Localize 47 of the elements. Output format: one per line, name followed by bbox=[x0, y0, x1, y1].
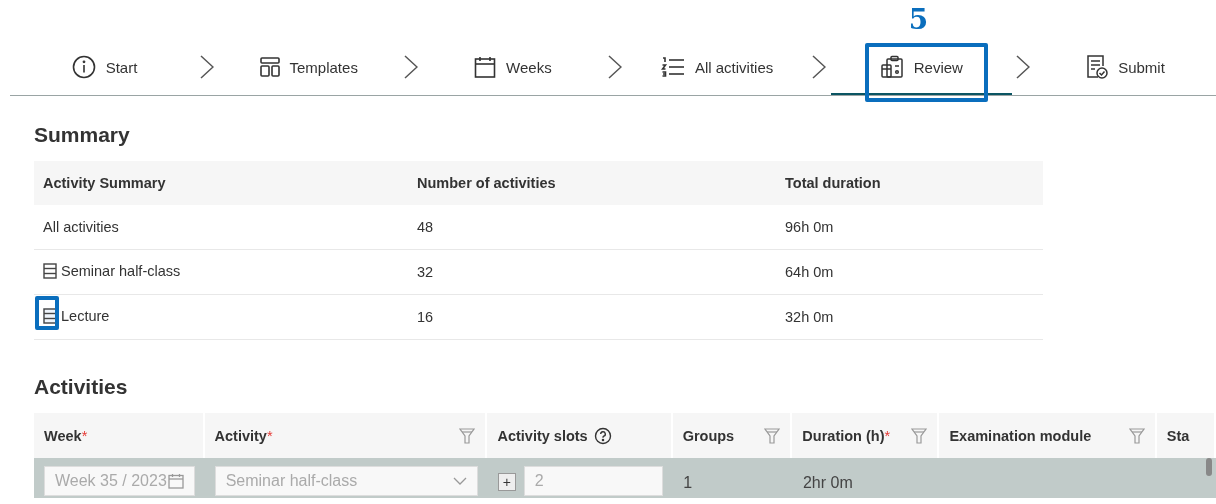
step-tab[interactable]: Templates bbox=[218, 45, 400, 95]
filter-icon[interactable] bbox=[764, 427, 781, 444]
chevron-right-icon bbox=[1016, 55, 1031, 79]
section-title: Summary bbox=[34, 123, 131, 147]
table-cell-text: 1 bbox=[683, 473, 693, 493]
table-cell: 32h 0m bbox=[776, 294, 1043, 340]
calendar-icon bbox=[474, 56, 497, 78]
step-tab[interactable]: Start bbox=[14, 45, 195, 95]
filter-icon[interactable] bbox=[911, 427, 928, 444]
table-cell-text: 2hr 0m bbox=[802, 473, 853, 493]
column-header: Sta bbox=[1156, 413, 1216, 458]
numbered-list-icon bbox=[660, 56, 685, 78]
filter-icon[interactable] bbox=[1128, 427, 1145, 444]
column-header: Examination module bbox=[939, 413, 1157, 458]
step-tab[interactable]: Review bbox=[830, 45, 1012, 95]
info-icon bbox=[71, 55, 96, 79]
chevron-right-icon bbox=[199, 55, 214, 79]
table-cell: 48 bbox=[408, 205, 776, 250]
table-cell: 96h 0m bbox=[776, 205, 1043, 250]
table-cell: Seminar half-class bbox=[61, 262, 181, 279]
document-check-icon bbox=[1086, 55, 1109, 79]
help-icon[interactable] bbox=[593, 426, 612, 445]
column-header: Duration (h)* bbox=[792, 413, 940, 458]
chevron-right-icon bbox=[812, 55, 827, 79]
table-cell: 32 bbox=[408, 249, 776, 295]
column-header: Groups bbox=[672, 413, 793, 458]
column-header: Activity Summary bbox=[34, 161, 408, 205]
table-cell: All activities bbox=[43, 219, 119, 235]
clipboard-icon bbox=[879, 55, 904, 79]
scrollbar[interactable] bbox=[1206, 458, 1212, 476]
column-header: Activity* bbox=[204, 413, 488, 458]
column-header: Activity slots bbox=[487, 413, 673, 458]
layout-icon bbox=[259, 57, 280, 77]
step-tab[interactable]: Submit bbox=[1035, 45, 1216, 95]
chevron-right-icon bbox=[403, 55, 418, 79]
table-cell: 16 bbox=[408, 294, 776, 340]
filter-icon[interactable] bbox=[459, 427, 476, 444]
chevron-right-icon bbox=[608, 55, 622, 79]
section-title: Activities bbox=[34, 375, 129, 399]
table-cell: 64h 0m bbox=[776, 249, 1043, 295]
column-header: Number of activities bbox=[408, 161, 776, 205]
column-header: Total duration bbox=[776, 161, 1043, 205]
step-tab[interactable]: All activities bbox=[626, 45, 808, 95]
callout-number: 5 bbox=[908, 3, 929, 36]
step-tab[interactable]: Weeks bbox=[422, 45, 604, 95]
column-header: Week* bbox=[34, 413, 205, 458]
table-cell: Lecture bbox=[61, 307, 110, 324]
